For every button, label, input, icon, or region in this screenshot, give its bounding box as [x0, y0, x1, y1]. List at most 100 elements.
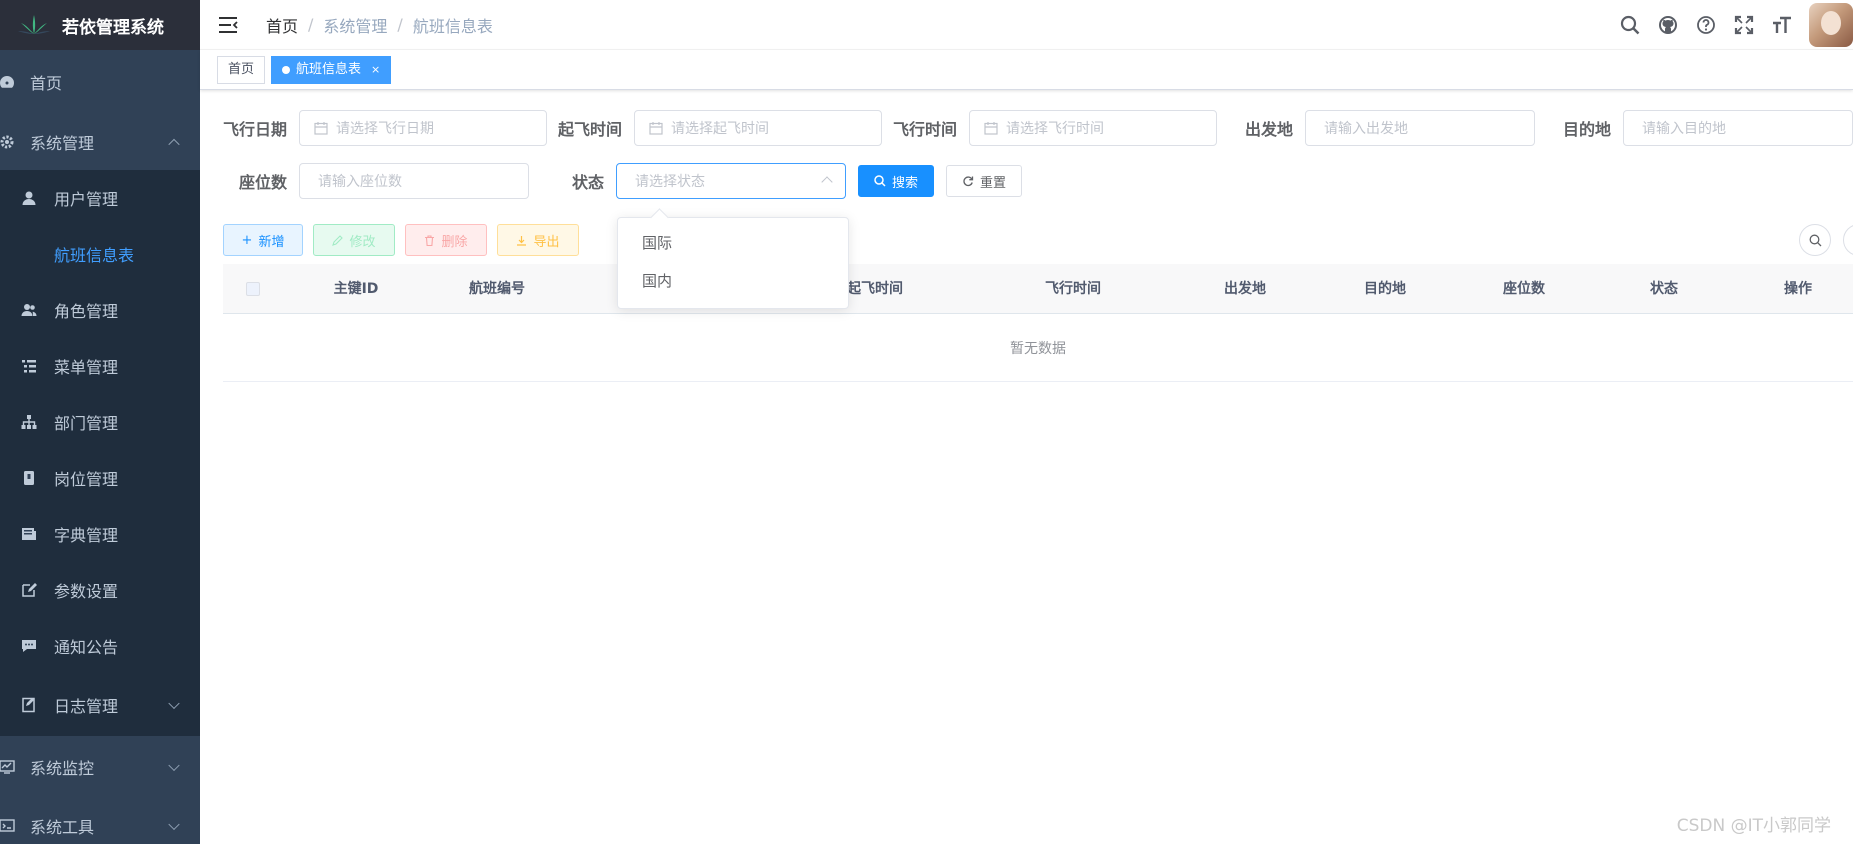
sidebar-item-monitor[interactable]: 系统监控 [0, 736, 200, 798]
sidebar-item-users[interactable]: 用户管理 [0, 170, 200, 226]
edit-button-label: 修改 [349, 234, 376, 250]
breadcrumb-home[interactable]: 首页 [266, 13, 298, 37]
logo-icon [18, 15, 50, 34]
navbar-right [1611, 0, 1853, 50]
sidebar-item-departments[interactable]: 部门管理 [0, 394, 200, 450]
breadcrumb-separator: / [308, 15, 314, 34]
seats-input[interactable]: 请输入座位数 [299, 163, 529, 199]
active-dot-icon [282, 65, 291, 74]
breadcrumb-system: 系统管理 [323, 16, 388, 36]
tag-home[interactable]: 首页 [217, 55, 266, 84]
breadcrumb-separator: / [397, 15, 403, 34]
tool-icon [0, 817, 16, 835]
status-select[interactable]: 请选择状态 [616, 163, 846, 199]
status-label: 状态 [571, 173, 604, 192]
destination-label: 目的地 [1562, 120, 1611, 139]
takeoff-time-placeholder: 请选择起飞时间 [671, 121, 769, 137]
peoples-icon [20, 301, 38, 319]
chevron-down-icon [168, 759, 180, 772]
destination-input[interactable]: 请输入目的地 [1623, 110, 1853, 146]
monitor-icon [0, 758, 16, 776]
refresh-icon [962, 175, 974, 187]
flight-date-placeholder: 请选择飞行日期 [336, 121, 434, 137]
checkbox-box [246, 282, 260, 296]
sidebar-item-label: 航班信息表 [54, 246, 135, 265]
sidebar-item-home[interactable]: 首页 [0, 50, 200, 114]
submenu-system: 用户管理 航班信息表 角色管理 菜单管理 部门管理 岗位管理 字典管理 参数设置… [0, 170, 200, 736]
plus-icon: + [241, 232, 253, 248]
sidebar-item-menus[interactable]: 菜单管理 [0, 338, 200, 394]
dropdown-option-international[interactable]: 国际 [618, 224, 848, 262]
chevron-down-icon [168, 697, 180, 710]
form-row-2: 座位数 请输入座位数 状态 请选择状态 搜索 重置 [222, 161, 1853, 201]
tag-label: 首页 [228, 61, 255, 77]
close-icon[interactable]: × [371, 57, 380, 83]
logo[interactable]: 若依管理系统 [0, 0, 200, 50]
flight-time-label: 飞行时间 [892, 120, 957, 139]
departure-label: 出发地 [1244, 120, 1293, 139]
edit-icon [332, 234, 344, 246]
form-row-1: 飞行日期 请选择飞行日期 起飞时间 请选择起飞时间 飞行时间 请选择飞行时间 出… [222, 108, 1853, 148]
github-icon[interactable] [1649, 0, 1687, 50]
sidebar-item-notices[interactable]: 通知公告 [0, 618, 200, 674]
search-icon[interactable] [1611, 0, 1649, 50]
sidebar-item-posts[interactable]: 岗位管理 [0, 450, 200, 506]
col-header-actions: 操作 [1784, 281, 1812, 297]
dropdown-option-domestic[interactable]: 国内 [618, 262, 848, 300]
app-title: 若依管理系统 [62, 17, 164, 38]
col-header-status: 状态 [1650, 281, 1678, 297]
tag-flight-info[interactable]: 航班信息表 × [271, 55, 392, 84]
search-icon [1809, 234, 1821, 246]
question-icon[interactable] [1687, 0, 1725, 50]
chevron-up-icon [168, 138, 180, 151]
chevron-down-icon [168, 818, 180, 831]
flight-date-picker[interactable]: 请选择飞行日期 [299, 110, 547, 146]
hamburger-icon[interactable] [218, 15, 238, 35]
col-header-destination: 目的地 [1364, 281, 1406, 297]
sidebar: 若依管理系统 首页 系统管理 用户管理 航班信息表 角色管理 菜单管理 部门管理… [0, 0, 200, 844]
user-icon [20, 189, 38, 207]
breadcrumb-current: 航班信息表 [412, 16, 493, 36]
reset-button[interactable]: 重置 [946, 165, 1023, 197]
empty-text: 暂无数据 [1010, 340, 1066, 357]
dashboard-icon [0, 73, 16, 91]
refresh-table-button[interactable] [1843, 224, 1853, 256]
delete-button[interactable]: 删除 [405, 224, 487, 256]
sidebar-item-label: 菜单管理 [54, 358, 119, 377]
sidebar-item-flight-info[interactable]: 航班信息表 [0, 226, 200, 282]
flight-time-placeholder: 请选择飞行时间 [1006, 121, 1104, 137]
flight-time-picker[interactable]: 请选择飞行时间 [969, 110, 1217, 146]
export-button-label: 导出 [533, 234, 560, 250]
departure-input[interactable]: 请输入出发地 [1305, 110, 1535, 146]
col-header-id: 主键ID [333, 281, 379, 297]
sidebar-item-roles[interactable]: 角色管理 [0, 282, 200, 338]
sidebar-item-system-management[interactable]: 系统管理 [0, 114, 200, 170]
tree-icon [20, 413, 38, 431]
font-size-icon[interactable] [1763, 0, 1801, 50]
sidebar-item-label: 字典管理 [54, 526, 119, 545]
table-toolbar: + 新增 修改 删除 导出 [223, 224, 1853, 256]
sidebar-item-dictionary[interactable]: 字典管理 [0, 506, 200, 562]
search-icon [874, 175, 886, 187]
avatar[interactable] [1809, 3, 1853, 47]
sidebar-item-label: 参数设置 [54, 582, 119, 601]
search-form: 飞行日期 请选择飞行日期 起飞时间 请选择起飞时间 飞行时间 请选择飞行时间 出… [222, 108, 1853, 217]
edit-icon [20, 581, 38, 599]
search-button[interactable]: 搜索 [858, 165, 935, 197]
sidebar-item-logs[interactable]: 日志管理 [0, 674, 200, 736]
post-icon [20, 469, 38, 487]
col-header-flight-time: 飞行时间 [1045, 281, 1101, 297]
edit-button[interactable]: 修改 [313, 224, 395, 256]
toggle-search-button[interactable] [1799, 224, 1831, 256]
sidebar-item-params[interactable]: 参数设置 [0, 562, 200, 618]
sidebar-item-tools[interactable]: 系统工具 [0, 798, 200, 844]
select-all-checkbox[interactable] [245, 264, 261, 314]
takeoff-time-picker[interactable]: 请选择起飞时间 [634, 110, 882, 146]
fullscreen-icon[interactable] [1725, 0, 1763, 50]
export-button[interactable]: 导出 [497, 224, 579, 256]
add-button[interactable]: + 新增 [223, 224, 303, 256]
log-icon [20, 696, 38, 714]
flight-date-label: 飞行日期 [222, 120, 287, 139]
dict-icon [20, 525, 38, 543]
sidebar-item-label: 岗位管理 [54, 470, 119, 489]
